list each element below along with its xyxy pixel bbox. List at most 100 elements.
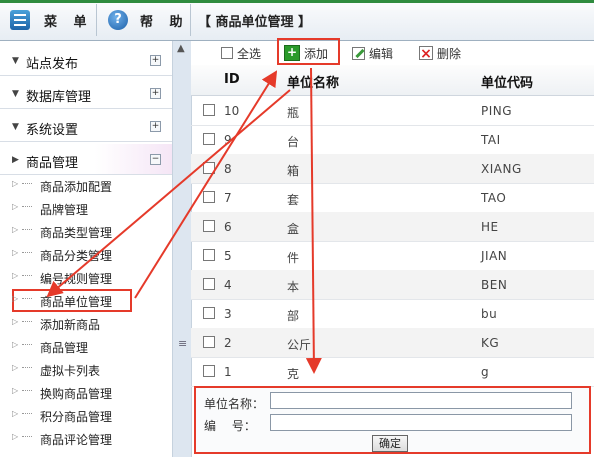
sidebar-item-goods-manage[interactable]: ▷ 商品管理	[0, 335, 172, 358]
cell-id: 8	[224, 162, 232, 176]
sidebar: ▼ 站点发布 + ▼ 数据库管理 + ▼ 系统设置 + ▶ 商品管理 − ▷ 商…	[0, 41, 172, 457]
confirm-button[interactable]: 确定	[372, 435, 408, 452]
table-row[interactable]: 2 公斤 KG	[191, 328, 594, 358]
sidebar-item-exchange-goods[interactable]: ▷ 换购商品管理	[0, 381, 172, 404]
sidebar-section-system-settings[interactable]: ▼ 系统设置 +	[0, 111, 172, 142]
sidebar-item-goods-type[interactable]: ▷ 商品类型管理	[0, 220, 172, 243]
tree-connector	[22, 344, 32, 345]
tree-connector	[22, 229, 32, 230]
top-bar: 菜 单 ? 帮 助 【 商品单位管理 】	[0, 0, 594, 41]
table-row[interactable]: 1 克 g	[191, 357, 594, 387]
sidebar-item-goods-add-config[interactable]: ▷ 商品添加配置	[0, 174, 172, 197]
toolbar-divider	[96, 4, 97, 36]
cell-unit-code: bu	[481, 307, 498, 321]
tree-connector	[22, 367, 32, 368]
tree-node-icon: ▷	[12, 432, 19, 441]
table-row[interactable]: 5 件 JIAN	[191, 241, 594, 271]
sidebar-item-add-goods[interactable]: ▷ 添加新商品	[0, 312, 172, 335]
sidebar-section-goods[interactable]: ▶ 商品管理 −	[0, 144, 172, 175]
expand-icon[interactable]: +	[150, 55, 161, 66]
row-checkbox[interactable]	[203, 220, 215, 232]
menu-label: 菜 单	[44, 14, 93, 30]
column-header-unit-code: 单位代码	[481, 76, 534, 91]
menu-icon	[10, 10, 30, 30]
cell-unit-name: 公斤	[287, 338, 312, 352]
table-row[interactable]: 6 盒 HE	[191, 212, 594, 242]
sidebar-item-goods-category[interactable]: ▷ 商品分类管理	[0, 243, 172, 266]
tree-connector	[22, 390, 32, 391]
toolbar-divider	[190, 4, 191, 36]
expand-icon[interactable]: +	[150, 88, 161, 99]
edit-icon	[351, 46, 365, 60]
sidebar-item-virtual-cards[interactable]: ▷ 虚拟卡列表	[0, 358, 172, 381]
cell-unit-name: 盒	[287, 222, 300, 236]
edit-button[interactable]: 编辑	[351, 43, 393, 63]
sidebar-item-label: 商品添加配置	[40, 180, 113, 194]
sidebar-item-label: 换购商品管理	[40, 387, 113, 401]
drag-handle-icon[interactable]: ≡	[178, 337, 187, 350]
chevron-down-icon: ▼	[12, 122, 19, 132]
sidebar-item-number-rule[interactable]: ▷ 编号规则管理	[0, 266, 172, 289]
delete-button[interactable]: × 删除	[419, 43, 461, 63]
table-row[interactable]: 4 本 BEN	[191, 270, 594, 300]
sidebar-item-goods-reviews[interactable]: ▷ 商品评论管理	[0, 427, 172, 450]
sidebar-item-label: 商品分类管理	[40, 249, 113, 263]
row-checkbox[interactable]	[203, 191, 215, 203]
tree-node-icon: ▷	[12, 248, 19, 257]
cell-unit-name: 部	[287, 309, 300, 323]
cell-unit-name: 克	[287, 367, 300, 381]
chevron-down-icon: ▼	[12, 56, 19, 66]
select-all-label: 全选	[237, 46, 262, 61]
tree-node-icon: ▷	[12, 363, 19, 372]
help-button[interactable]: ? 帮 助	[108, 8, 189, 32]
sidebar-splitter[interactable]: ▲ ≡	[172, 41, 192, 457]
select-all-checkbox[interactable]: 全选	[221, 43, 261, 63]
table-row[interactable]: 3 部 bu	[191, 299, 594, 329]
table-row[interactable]: 7 套 TAO	[191, 183, 594, 213]
collapse-up-icon[interactable]: ▲	[177, 43, 185, 54]
row-checkbox[interactable]	[203, 278, 215, 290]
row-checkbox[interactable]	[203, 336, 215, 348]
chevron-down-icon: ▼	[12, 89, 19, 99]
sidebar-item-brand[interactable]: ▷ 品牌管理	[0, 197, 172, 220]
tree-node-icon: ▷	[12, 294, 19, 303]
unit-name-input[interactable]	[270, 392, 572, 409]
unit-code-input[interactable]	[270, 414, 572, 431]
tree-connector	[22, 183, 32, 184]
row-checkbox[interactable]	[203, 365, 215, 377]
menu-button[interactable]: 菜 单	[10, 8, 93, 32]
tree-connector	[22, 436, 32, 437]
row-checkbox[interactable]	[203, 249, 215, 261]
tree-connector	[22, 252, 32, 253]
table-row[interactable]: 9 台 TAI	[191, 125, 594, 155]
cell-id: 6	[224, 220, 232, 234]
checkbox[interactable]	[221, 47, 233, 59]
sidebar-item-label: 虚拟卡列表	[40, 364, 101, 378]
section-label: 系统设置	[26, 123, 79, 138]
row-checkbox[interactable]	[203, 307, 215, 319]
expand-icon[interactable]: +	[150, 121, 161, 132]
cell-id: 5	[224, 249, 232, 263]
action-toolbar: 全选 + 添加 编辑 × 删除	[191, 41, 594, 65]
row-checkbox[interactable]	[203, 104, 215, 116]
sidebar-item-goods-unit[interactable]: ▷ 商品单位管理	[12, 289, 132, 312]
sidebar-item-label: 商品管理	[40, 341, 89, 355]
tree-connector	[22, 321, 32, 322]
cell-id: 10	[224, 104, 240, 118]
table-row[interactable]: 10 瓶 PING	[191, 96, 594, 126]
sidebar-section-site-publish[interactable]: ▼ 站点发布 +	[0, 45, 172, 76]
collapse-icon[interactable]: −	[150, 154, 161, 165]
section-label: 商品管理	[26, 156, 79, 171]
tree-connector	[22, 206, 32, 207]
row-checkbox[interactable]	[203, 162, 215, 174]
sidebar-section-database[interactable]: ▼ 数据库管理 +	[0, 78, 172, 109]
chevron-right-icon: ▶	[12, 155, 19, 165]
row-checkbox[interactable]	[203, 133, 215, 145]
tree-node-icon: ▷	[12, 202, 19, 211]
edit-label: 编辑	[369, 46, 394, 61]
delete-icon: ×	[419, 46, 433, 62]
sidebar-item-label: 商品评论管理	[40, 433, 113, 447]
sidebar-item-points-goods[interactable]: ▷ 积分商品管理	[0, 404, 172, 427]
table-row[interactable]: 8 箱 XIANG	[191, 154, 594, 184]
tree-node-icon: ▷	[12, 225, 19, 234]
